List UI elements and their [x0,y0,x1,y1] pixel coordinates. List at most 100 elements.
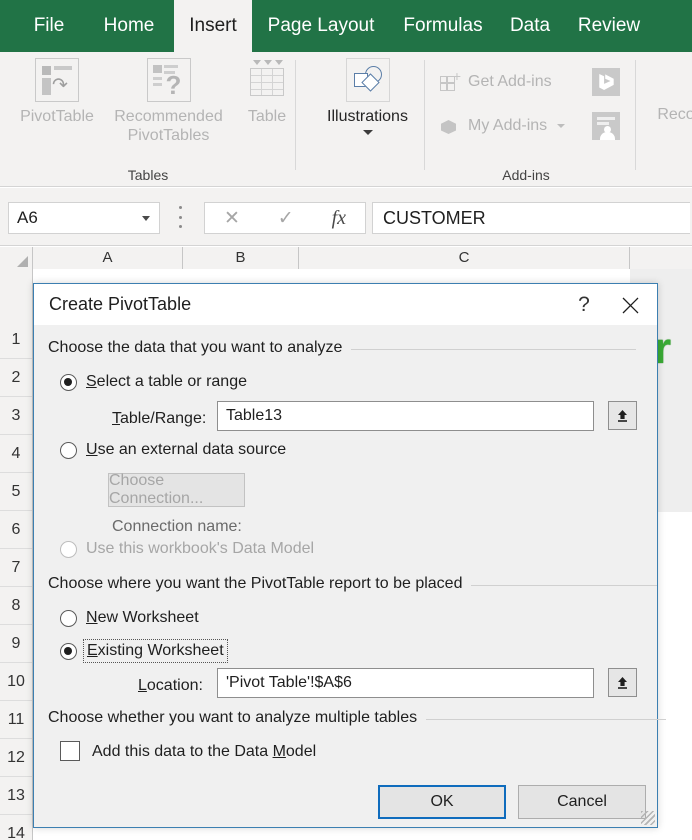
row-header-11[interactable]: 11 [0,701,32,739]
tab-data[interactable]: Data [496,0,564,52]
tab-file[interactable]: File [14,0,84,52]
column-header-row: A B C [0,247,692,270]
add-to-data-model-checkbox[interactable] [60,741,80,761]
row-header-10[interactable]: 10 [0,663,32,701]
recommended-pivottables-icon: ? [146,58,191,102]
illustrations-button[interactable]: Illustrations [315,58,420,135]
cancel-button[interactable]: Cancel [518,785,646,819]
tab-review[interactable]: Review [564,0,654,52]
section-header-placement-label: Choose where you want the PivotTable rep… [48,575,463,592]
tab-page-layout[interactable]: Page Layout [252,0,390,52]
row-header-6[interactable]: 6 [0,511,32,549]
help-icon[interactable]: ? [571,292,597,318]
ribbon-group-tables: ↷ PivotTable ? Recommended PivotTables T… [0,52,310,186]
row-header-1[interactable]: 1 [0,321,32,359]
radio-new-worksheet-button[interactable] [60,609,77,627]
table-range-label: Table/Range: [112,410,207,427]
ribbon-tab-bar: File Home Insert Page Layout Formulas Da… [0,0,692,52]
location-input[interactable]: 'Pivot Table'!$A$6 [217,668,594,698]
my-addins-chevron-down-icon[interactable] [557,124,566,128]
column-header-a[interactable]: A [33,247,183,269]
select-all-triangle-icon [17,256,28,267]
radio-new-worksheet[interactable]: New Worksheet [60,609,199,627]
row-header-4[interactable]: 4 [0,435,32,473]
tab-data-label: Data [509,15,551,36]
radio-use-external-data-source-label: Use an external data source [86,441,287,458]
table-button[interactable]: Table [238,58,296,126]
get-addins-label: Get Add-ins [468,73,552,90]
tab-formulas-label: Formulas [403,15,483,36]
illustrations-chevron-down-icon[interactable] [362,130,373,135]
formula-input[interactable]: CUSTOMER [372,202,690,234]
row-header-7[interactable]: 7 [0,549,32,587]
recommended-pivottables-button[interactable]: ? Recommended PivotTables [106,58,231,145]
formula-bar-buttons: ✕ ✓ fx [204,202,366,234]
dialog-body: Choose the data that you want to analyze… [34,325,667,827]
radio-use-external-data-source-button[interactable] [60,441,77,459]
radio-select-table-or-range-label: SSelect a table or rangeelect a table or… [86,373,247,390]
table-icon [245,58,289,102]
radio-use-external-data-source[interactable]: Use an external data source [60,441,286,459]
table-range-input[interactable]: Table13 [217,401,594,431]
close-icon[interactable] [613,292,647,318]
cancel-button-label: Cancel [557,793,607,810]
tab-insert[interactable]: Insert [174,0,252,52]
radio-use-workbook-data-model-label: Use this workbook's Data Model [86,540,315,557]
insert-function-icon[interactable]: fx [332,207,346,230]
ok-button[interactable]: OK [378,785,506,819]
create-pivottable-dialog: Create PivotTable ? Choose the data that… [33,283,667,828]
radio-select-table-or-range-button[interactable] [60,373,77,391]
name-box[interactable]: A6 [8,202,160,234]
radio-select-table-or-range[interactable]: SSelect a table or rangeelect a table or… [60,373,247,391]
radio-use-workbook-data-model-button[interactable] [60,540,77,558]
select-all-corner[interactable] [0,247,33,269]
tab-review-label: Review [577,15,641,36]
tab-home-label: Home [103,15,155,36]
my-addins-button[interactable]: My Add-ins [440,116,566,136]
name-box-value: A6 [17,208,38,227]
row-header-3[interactable]: 3 [0,397,32,435]
row-header-8[interactable]: 8 [0,587,32,625]
row-header-12[interactable]: 12 [0,739,32,777]
row-header-13[interactable]: 13 [0,777,32,815]
column-header-b[interactable]: B [183,247,299,269]
get-addins-icon: + [440,69,461,92]
tab-file-label: File [33,15,65,36]
confirm-entry-icon[interactable]: ✓ [278,207,294,230]
dialog-title: Create PivotTable [49,294,192,314]
ok-button-label: OK [430,793,454,810]
table-range-collapse-dialog-button[interactable] [608,401,637,430]
section-header-data-label: Choose the data that you want to analyze [48,339,343,356]
pivottable-button[interactable]: ↷ PivotTable [12,58,102,126]
radio-use-workbook-data-model[interactable]: Use this workbook's Data Model [60,540,314,558]
radio-new-worksheet-label: New Worksheet [86,609,199,626]
recommended-charts-button[interactable]: Reco [646,100,692,124]
my-addins-icon [440,116,460,136]
ribbon-group-addins-label: Add-ins [502,167,550,183]
column-header-c[interactable]: C [299,247,630,269]
row-header-9[interactable]: 9 [0,625,32,663]
dialog-resize-grip[interactable] [641,811,655,825]
people-graph-addin-icon[interactable] [592,112,620,140]
formula-bar-drag-handle[interactable] [178,206,182,228]
column-header-d[interactable] [630,247,692,269]
cancel-entry-icon[interactable]: ✕ [224,207,240,230]
get-addins-button[interactable]: + Get Add-ins [440,69,552,92]
bing-maps-addin-icon[interactable] [592,68,620,96]
section-header-placement: Choose where you want the PivotTable rep… [48,575,658,593]
recommended-pivottables-label-line2: PivotTables [127,127,210,144]
tab-formulas[interactable]: Formulas [390,0,496,52]
section-header-data: Choose the data that you want to analyze [48,339,637,357]
choose-connection-button[interactable]: Choose Connection... [108,472,245,507]
tab-page-layout-label: Page Layout [267,15,375,36]
row-header-5[interactable]: 5 [0,473,32,511]
location-collapse-dialog-button[interactable] [608,668,637,697]
radio-existing-worksheet[interactable]: Existing Worksheet [60,639,228,663]
name-box-chevron-down-icon[interactable] [142,216,150,221]
row-header-2[interactable]: 2 [0,359,32,397]
pivottable-label: PivotTable [20,108,94,125]
row-header-14[interactable]: 14 [0,815,32,840]
tab-home[interactable]: Home [84,0,174,52]
radio-existing-worksheet-button[interactable] [60,642,77,660]
dialog-title-bar[interactable]: Create PivotTable ? [34,284,657,325]
